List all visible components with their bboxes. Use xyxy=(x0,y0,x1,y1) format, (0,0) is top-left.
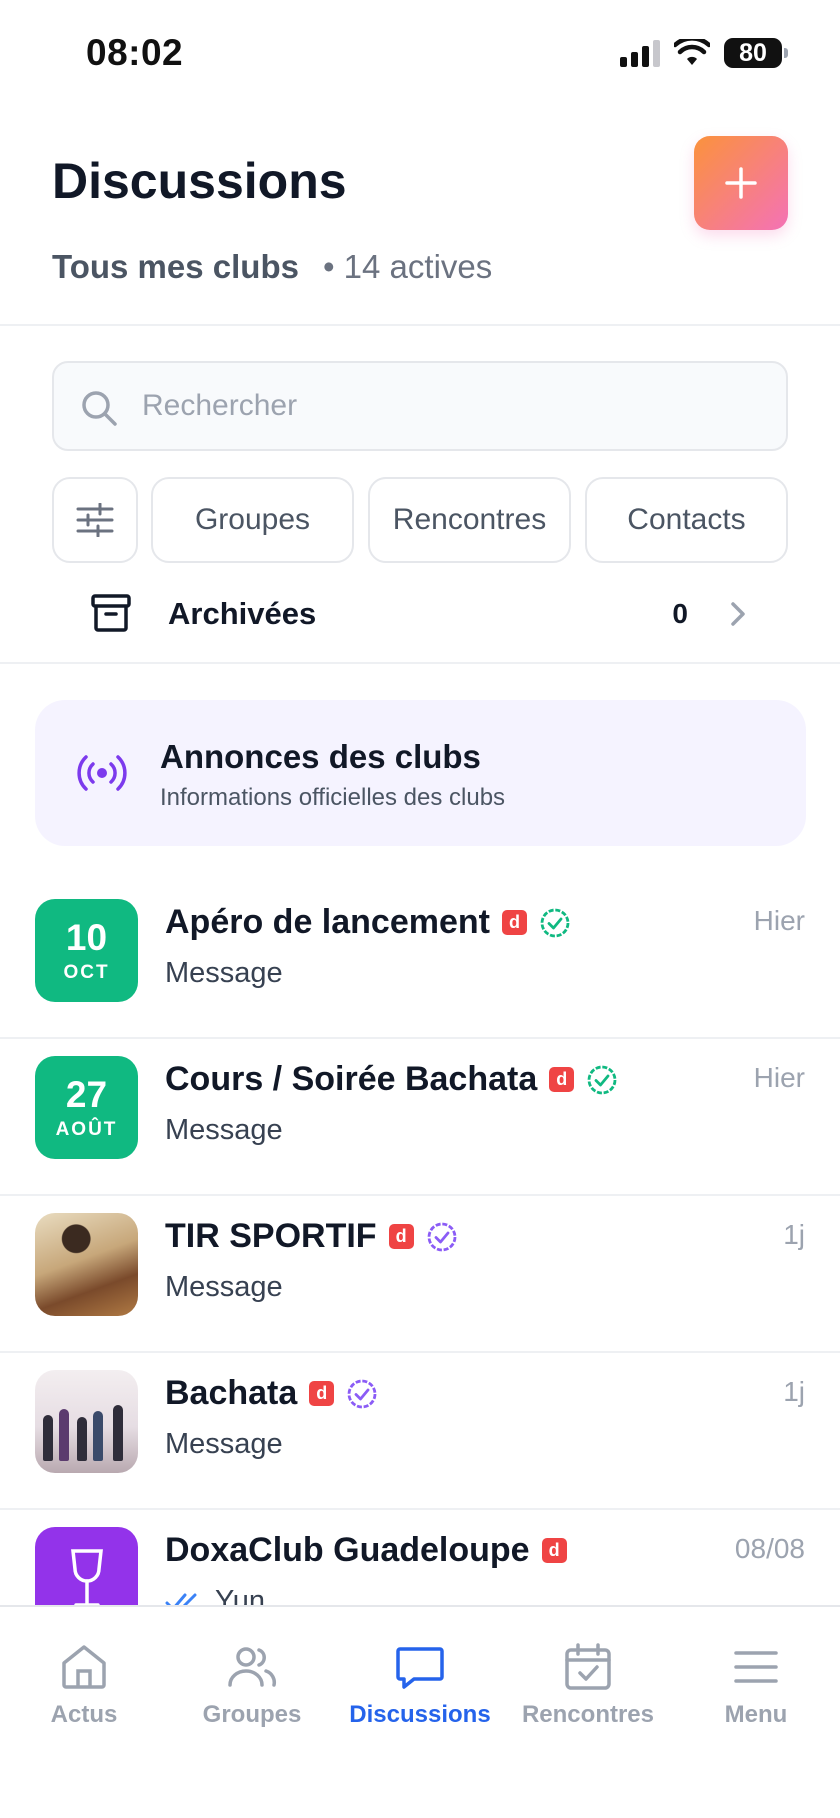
conversation-row[interactable]: Bachata d Message 1j xyxy=(0,1354,840,1510)
conversation-time: Hier xyxy=(753,1062,805,1093)
verified-check-icon xyxy=(427,1222,456,1251)
nav-label: Rencontres xyxy=(521,1701,655,1728)
page-title: Discussions xyxy=(52,153,347,209)
event-date-avatar: 10 OCT xyxy=(35,899,138,1002)
wine-glass-icon xyxy=(70,1548,103,1607)
club-scope-selector[interactable]: Tous mes clubs • 14 actives xyxy=(52,248,492,286)
archived-count: 0 xyxy=(672,598,688,629)
conversation-row[interactable]: TIR SPORTIF d Message 1j xyxy=(0,1197,840,1353)
archived-divider xyxy=(0,662,840,664)
nav-tab-groups[interactable]: Groupes xyxy=(168,1641,336,1729)
active-count: • 14 actives xyxy=(322,248,493,285)
filter-chip-contacts[interactable]: Contacts xyxy=(585,477,788,563)
home-icon xyxy=(62,1645,106,1689)
cellular-signal-icon xyxy=(620,39,660,67)
broadcast-icon xyxy=(77,755,127,791)
event-date-avatar: 27 AOÛT xyxy=(35,1056,138,1159)
conversation-preview: Message xyxy=(165,1271,283,1303)
conversation-title-line: TIR SPORTIF d xyxy=(165,1217,458,1256)
users-icon xyxy=(228,1647,277,1687)
battery-indicator: 80 xyxy=(724,38,788,68)
archived-row[interactable]: Archivées 0 xyxy=(52,584,788,644)
conversation-time: 08/08 xyxy=(734,1533,805,1564)
conversation-title: Apéro de lancement xyxy=(165,903,490,941)
status-bar: 08:02 80 xyxy=(0,0,840,110)
search-input[interactable] xyxy=(142,363,762,449)
announcements-title: Annonces des clubs xyxy=(160,738,481,775)
wifi-icon xyxy=(674,39,710,65)
bottom-navigation: Actus Groupes Discussions Rencontres Men… xyxy=(0,1605,840,1818)
club-photo-avatar xyxy=(35,1370,138,1473)
conversation-preview: Message xyxy=(165,1428,283,1460)
conversation-title: TIR SPORTIF xyxy=(165,1217,377,1255)
nav-tab-home[interactable]: Actus xyxy=(0,1641,168,1729)
conversation-preview: Message xyxy=(165,957,283,989)
conversation-title-line: Bachata d xyxy=(165,1374,378,1413)
club-announcements-card[interactable]: Annonces des clubs Informations officiel… xyxy=(35,700,806,846)
hamburger-menu-icon xyxy=(734,1651,778,1683)
plus-icon xyxy=(725,167,757,199)
calendar-check-icon xyxy=(565,1643,611,1690)
nav-tab-discussions[interactable]: Discussions xyxy=(336,1641,504,1729)
conversation-title-line: Cours / Soirée Bachata d xyxy=(165,1060,618,1099)
doxa-badge-icon: d xyxy=(549,1067,575,1092)
doxa-badge-icon: d xyxy=(388,1224,414,1249)
doxa-badge-icon: d xyxy=(309,1381,335,1406)
archive-box-icon xyxy=(91,594,131,632)
club-photo-avatar xyxy=(35,1213,138,1316)
nav-tab-menu[interactable]: Menu xyxy=(672,1641,840,1729)
nav-label: Discussions xyxy=(349,1701,491,1728)
event-day: 10 xyxy=(65,916,108,958)
verified-check-icon xyxy=(587,1065,617,1094)
nav-label: Actus xyxy=(50,1701,118,1728)
archived-label: Archivées xyxy=(168,596,317,631)
verified-check-icon xyxy=(540,908,570,937)
sliders-icon xyxy=(76,503,114,537)
chevron-right-icon xyxy=(731,602,745,626)
search-bar[interactable] xyxy=(52,361,788,451)
nav-label: Menu xyxy=(724,1701,788,1728)
event-day: 27 xyxy=(65,1073,108,1115)
status-icons: 80 xyxy=(620,38,788,68)
announcements-subtitle: Informations officielles des clubs xyxy=(160,784,506,811)
filter-chip-meetings[interactable]: Rencontres xyxy=(368,477,571,563)
doxa-badge-icon: d xyxy=(501,910,527,935)
conversation-preview: Message xyxy=(165,1114,283,1146)
event-month: AOÛT xyxy=(55,1118,118,1140)
conversation-time: 1j xyxy=(783,1376,805,1407)
conversation-title-line: Apéro de lancement d xyxy=(165,903,571,942)
add-discussion-button[interactable] xyxy=(694,136,788,230)
club-scope-label: Tous mes clubs xyxy=(52,248,299,285)
doxa-badge-icon: d xyxy=(541,1538,567,1563)
event-month: OCT xyxy=(63,961,110,983)
conversation-time: Hier xyxy=(753,905,805,936)
nav-tab-meetings[interactable]: Rencontres xyxy=(504,1641,672,1729)
chat-bubble-icon xyxy=(396,1647,444,1689)
conversation-row[interactable]: 27 AOÛT Cours / Soirée Bachata d Message… xyxy=(0,1040,840,1196)
status-time: 08:02 xyxy=(86,32,184,73)
filter-settings-button[interactable] xyxy=(52,477,138,563)
nav-label: Groupes xyxy=(202,1701,302,1728)
verified-check-icon xyxy=(347,1379,377,1408)
conversation-title: DoxaClub Guadeloupe xyxy=(165,1531,530,1569)
conversation-row[interactable]: 10 OCT Apéro de lancement d Message Hier xyxy=(0,883,840,1039)
conversation-time: 1j xyxy=(783,1219,805,1250)
filter-chip-groups[interactable]: Groupes xyxy=(151,477,354,563)
header-divider xyxy=(0,324,840,326)
conversation-title: Bachata xyxy=(165,1374,298,1412)
search-icon xyxy=(82,391,117,426)
conversation-title: Cours / Soirée Bachata xyxy=(165,1060,538,1098)
conversation-title-line: DoxaClub Guadeloupe d xyxy=(165,1531,567,1570)
